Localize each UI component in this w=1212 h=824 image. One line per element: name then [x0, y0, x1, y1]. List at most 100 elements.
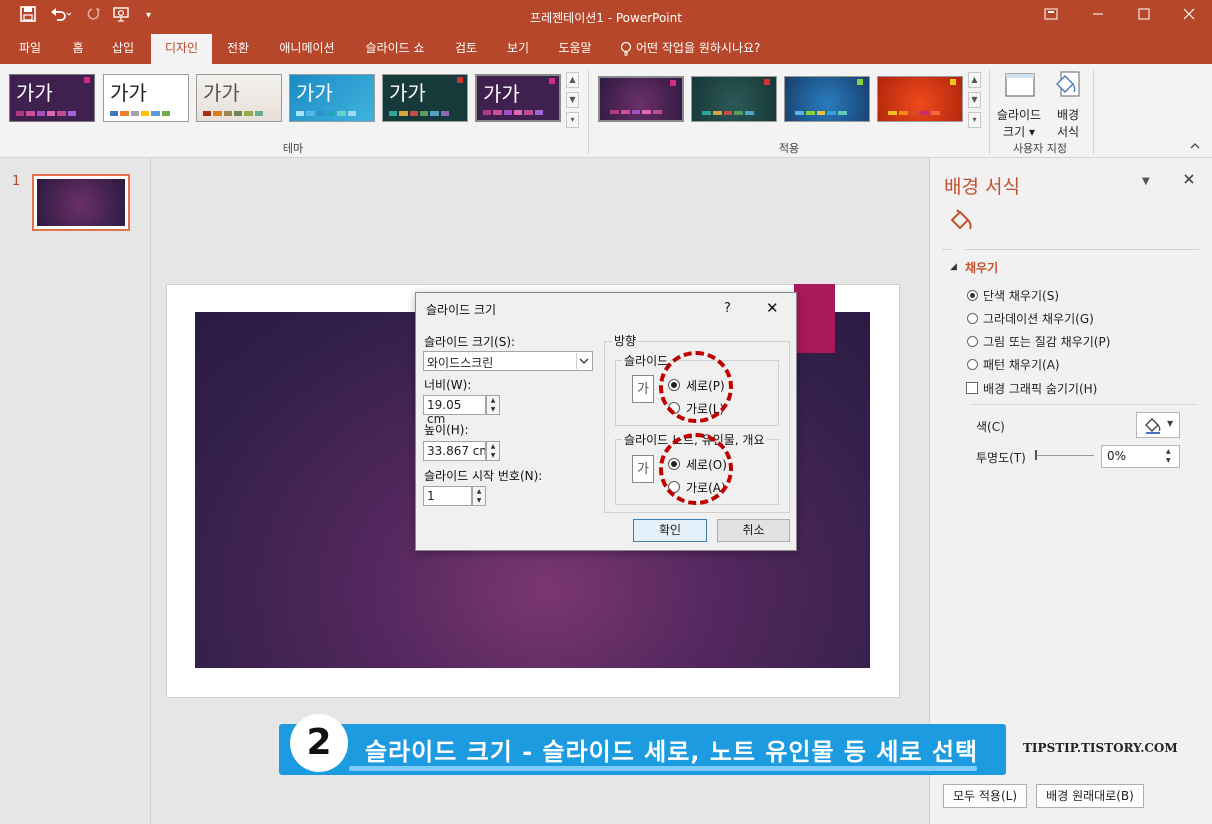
chevron-down-icon[interactable]: [576, 353, 591, 369]
notes-orientation-icon: 가: [632, 455, 654, 483]
theme-colors: [16, 111, 76, 116]
width-spinner[interactable]: ▲ ▼: [486, 395, 500, 415]
tab-transitions[interactable]: 전환: [216, 34, 260, 64]
variant-thumb-2[interactable]: [691, 76, 777, 122]
transparency-spinner[interactable]: ▲ ▼: [1166, 447, 1171, 465]
fill-bucket-icon[interactable]: [948, 208, 974, 237]
variant-more-icon[interactable]: ▾: [968, 112, 981, 128]
start-number-value: 1: [427, 489, 435, 503]
start-number-input[interactable]: 1: [423, 486, 472, 506]
height-input[interactable]: 33.867 cm: [423, 441, 486, 461]
tab-help[interactable]: 도움말: [548, 34, 602, 64]
collapse-section-icon[interactable]: ◢: [950, 262, 957, 272]
section-divider: [970, 404, 1198, 405]
theme-thumb-3[interactable]: 가가: [196, 74, 282, 122]
slide-size-label-1: 슬라이드: [996, 108, 1042, 122]
variant-thumb-4[interactable]: [877, 76, 963, 122]
slide-size-value: 와이드스크린: [427, 356, 494, 370]
ribbon-design: 가가 가가 가가 가가 가가 가가 ▲ ▼ ▾ 테마 ▲ ▼ ▾ 적용 슬라이드…: [0, 64, 1212, 158]
variant-colors: [610, 110, 662, 114]
close-window-icon[interactable]: [1174, 4, 1204, 28]
theme-thumb-4[interactable]: 가가: [289, 74, 375, 122]
variant-scroll-up-icon[interactable]: ▲: [968, 72, 981, 88]
highlight-circle: [659, 351, 733, 423]
tab-design[interactable]: 디자인: [151, 34, 212, 64]
slide-size-label-2-text: 크기: [1003, 125, 1026, 139]
minimize-icon[interactable]: [1083, 4, 1113, 28]
tab-animations[interactable]: 애니메이션: [268, 34, 346, 64]
pane-close-icon[interactable]: [1183, 173, 1195, 188]
reset-background-button[interactable]: 배경 원래대로(B): [1036, 784, 1144, 808]
highlight-circle: [659, 433, 733, 505]
collapse-ribbon-icon[interactable]: [1190, 140, 1200, 153]
pane-divider-notch: [951, 242, 965, 250]
variant-scroll-down-icon[interactable]: ▼: [968, 92, 981, 108]
start-number-spinner[interactable]: ▲ ▼: [472, 486, 486, 506]
theme-scroll-down-icon[interactable]: ▼: [566, 92, 579, 108]
theme-scroll-up-icon[interactable]: ▲: [566, 72, 579, 88]
solid-fill-radio[interactable]: [967, 290, 978, 301]
slide-size-label: 슬라이드 크기(S):: [424, 335, 516, 349]
ribbon-separator: [588, 70, 589, 154]
color-picker-button[interactable]: ▼: [1136, 412, 1180, 438]
banner-text: 슬라이드 크기 - 슬라이드 세로, 노트 유인물 등 세로 선택: [365, 738, 979, 766]
fill-section-title: 채우기: [965, 261, 999, 275]
theme-tag: [84, 77, 90, 83]
slides-group-label: 슬라이드: [622, 352, 671, 369]
theme-thumb-6-selected[interactable]: 가가: [475, 74, 561, 122]
pane-options-icon[interactable]: ▼: [1142, 176, 1150, 187]
tab-view[interactable]: 보기: [496, 34, 540, 64]
theme-colors: [389, 111, 449, 116]
apply-all-button[interactable]: 모두 적용(L): [943, 784, 1027, 808]
height-spinner[interactable]: ▲ ▼: [486, 441, 500, 461]
banner-underline: [349, 766, 977, 771]
slide-size-icon: [1004, 70, 1036, 103]
theme-thumb-5[interactable]: 가가: [382, 74, 468, 122]
theme-thumb-1[interactable]: 가가: [9, 74, 95, 122]
help-icon[interactable]: ?: [724, 301, 731, 316]
theme-more-icon[interactable]: ▾: [566, 112, 579, 128]
picture-fill-radio[interactable]: [967, 336, 978, 347]
ok-button[interactable]: 확인: [633, 519, 707, 542]
width-input[interactable]: 19.05 cm: [423, 395, 486, 426]
variant-colors: [795, 111, 847, 115]
slide-thumbnail-pane: 1: [0, 158, 151, 824]
theme-sample-text: 가가: [110, 81, 147, 105]
group-label-theme: 테마: [282, 142, 304, 155]
watermark: TIPSTIP.TISTORY.COM: [1023, 741, 1178, 755]
variant-tag: [950, 79, 956, 85]
variant-tag: [764, 79, 770, 85]
close-icon[interactable]: ✕: [766, 299, 779, 317]
format-background-button[interactable]: 배경 서식: [1048, 68, 1088, 140]
tab-review[interactable]: 검토: [446, 34, 486, 64]
tutorial-banner: 2 슬라이드 크기 - 슬라이드 세로, 노트 유인물 등 세로 선택: [279, 714, 1006, 775]
chevron-down-icon: ▼: [1167, 419, 1174, 428]
tab-slideshow[interactable]: 슬라이드 쇼: [354, 34, 436, 64]
variant-tag: [670, 80, 676, 86]
group-label-custom: 사용자 지정: [1012, 142, 1068, 155]
ribbon-display-icon[interactable]: [1036, 4, 1066, 28]
tell-me-search[interactable]: 어떤 작업을 원하시나요?: [636, 34, 776, 64]
tab-file[interactable]: 파일: [8, 34, 52, 64]
pattern-fill-radio[interactable]: [967, 359, 978, 370]
variant-thumb-1[interactable]: [598, 76, 684, 122]
dialog-title: 슬라이드 크기: [426, 303, 497, 317]
maximize-icon[interactable]: [1129, 4, 1159, 28]
slide-size-select[interactable]: 와이드스크린: [423, 351, 593, 371]
tab-home[interactable]: 홈: [60, 34, 96, 64]
transparency-slider-track[interactable]: [1037, 455, 1094, 456]
transparency-label: 투명도(T): [976, 451, 1026, 465]
variant-thumb-3[interactable]: [784, 76, 870, 122]
theme-tag: [457, 77, 463, 83]
format-background-icon: [1053, 70, 1083, 105]
hide-graphics-checkbox[interactable]: [966, 382, 978, 394]
gradient-fill-radio[interactable]: [967, 313, 978, 324]
pattern-fill-label: 패턴 채우기(A): [983, 358, 1060, 372]
slide-thumbnail[interactable]: [32, 174, 130, 231]
ribbon-tabs: 파일 홈 삽입 디자인 전환 애니메이션 슬라이드 쇼 검토 보기 도움말 어떤…: [0, 34, 1212, 64]
slide-size-button[interactable]: 슬라이드 크기 ▾: [994, 68, 1044, 140]
tab-insert[interactable]: 삽입: [101, 34, 145, 64]
cancel-button[interactable]: 취소: [717, 519, 790, 542]
slide-accent-tab: [794, 284, 835, 353]
theme-thumb-2[interactable]: 가가: [103, 74, 189, 122]
